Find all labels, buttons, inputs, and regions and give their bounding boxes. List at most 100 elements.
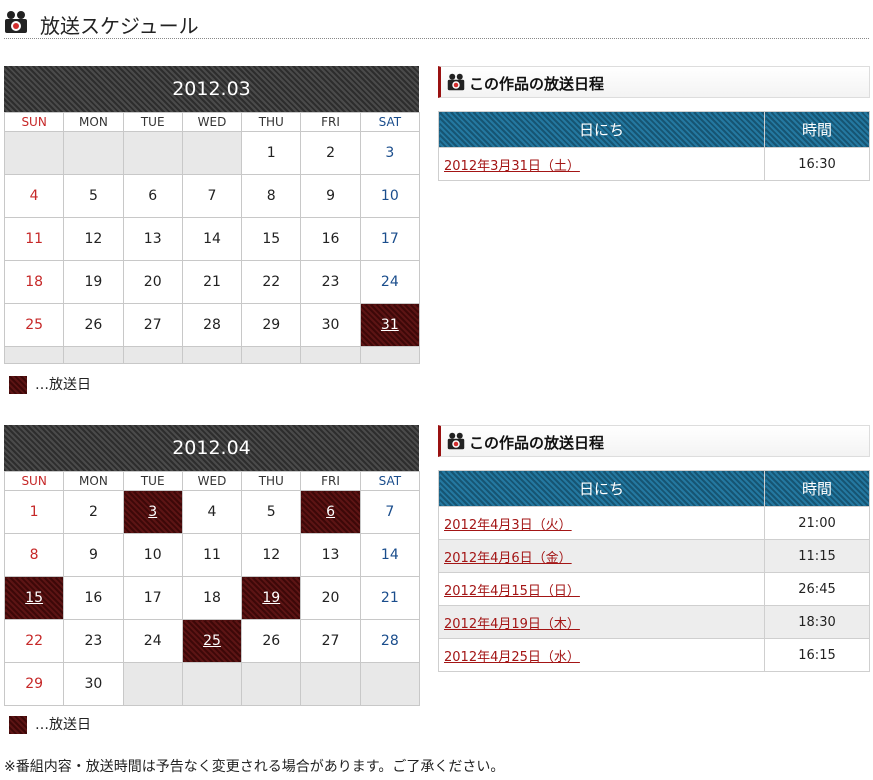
schedule-heading: この作品の放送日程 xyxy=(438,425,870,457)
day-cell: 27 xyxy=(300,619,361,663)
day-cell: 23 xyxy=(63,619,124,663)
time-cell: 26:45 xyxy=(764,572,870,606)
empty-day-cell xyxy=(359,662,421,706)
time-cell: 21:00 xyxy=(764,506,870,540)
day-cell: 21 xyxy=(359,576,421,620)
day-cell: 11 xyxy=(3,217,65,261)
broadcast-date-link[interactable]: 2012年4月15日（日） xyxy=(444,584,580,599)
disclaimer-note: ※番組内容・放送時間は予告なく変更される場合があります。ご了承ください。 xyxy=(4,759,505,775)
day-cell: 5 xyxy=(63,174,124,218)
day-cell: 17 xyxy=(359,217,421,261)
broadcast-day-link[interactable]: 15 xyxy=(25,590,43,606)
weekday-header: WED xyxy=(181,471,243,491)
empty-day-cell xyxy=(359,346,421,364)
broadcast-date-link[interactable]: 2012年4月19日（木） xyxy=(444,617,580,632)
day-cell: 17 xyxy=(122,576,183,620)
time-cell: 18:30 xyxy=(764,605,870,639)
broadcast-day-link[interactable]: 31 xyxy=(381,317,399,333)
day-cell: 20 xyxy=(122,260,183,304)
day-cell: 8 xyxy=(241,174,302,218)
camera-icon xyxy=(447,432,465,450)
empty-day-cell xyxy=(3,346,65,364)
month-section: 2012.03 SUN MON TUE WED THU FRI SAT 1234567891… xyxy=(3,66,870,406)
empty-day-cell xyxy=(181,346,243,364)
broadcast-day-swatch xyxy=(9,716,27,734)
day-cell: 2 xyxy=(300,131,361,175)
broadcast-day-link[interactable]: 25 xyxy=(203,633,221,649)
broadcast-day-cell: 6 xyxy=(300,490,361,534)
empty-day-cell xyxy=(241,346,302,364)
table-row: 2012年4月6日（金） 11:15 xyxy=(438,539,870,573)
day-cell: 9 xyxy=(63,533,124,577)
day-cell: 3 xyxy=(359,131,421,175)
legend: …放送日 xyxy=(9,374,91,394)
date-cell: 2012年4月25日（水） xyxy=(438,638,765,672)
weekday-header: TUE xyxy=(122,112,183,132)
day-cell: 7 xyxy=(359,490,421,534)
day-cell: 4 xyxy=(181,490,243,534)
day-cell: 8 xyxy=(3,533,65,577)
weekday-header: TUE xyxy=(122,471,183,491)
empty-day-cell xyxy=(122,662,183,706)
page-header: 放送スケジュール xyxy=(4,6,869,39)
calendar: 2012.03 SUN MON TUE WED THU FRI SAT 1234567891… xyxy=(3,66,421,364)
weekday-header: FRI xyxy=(300,471,361,491)
day-cell: 7 xyxy=(181,174,243,218)
day-cell: 12 xyxy=(63,217,124,261)
weekday-header: MON xyxy=(63,471,124,491)
time-cell: 16:15 xyxy=(764,638,870,672)
day-cell: 26 xyxy=(241,619,302,663)
day-cell: 4 xyxy=(3,174,65,218)
broadcast-date-link[interactable]: 2012年4月3日（火） xyxy=(444,518,572,533)
day-cell: 10 xyxy=(122,533,183,577)
weekday-header: SAT xyxy=(359,112,421,132)
broadcast-day-link[interactable]: 19 xyxy=(262,590,280,606)
table-row: 2012年4月19日（木） 18:30 xyxy=(438,605,870,639)
schedule-panel: この作品の放送日程 日にち 時間 2012年3月31日（土） 16:30 xyxy=(438,66,870,181)
camera-icon xyxy=(5,11,27,33)
empty-day-cell xyxy=(63,346,124,364)
weekday-header: SAT xyxy=(359,471,421,491)
calendar-title: 2012.04 xyxy=(4,425,419,471)
schedule-title: この作品の放送日程 xyxy=(469,434,605,452)
day-cell: 5 xyxy=(241,490,302,534)
date-cell: 2012年4月6日（金） xyxy=(438,539,765,573)
day-cell: 18 xyxy=(3,260,65,304)
day-cell: 27 xyxy=(122,303,183,347)
day-cell: 10 xyxy=(359,174,421,218)
empty-day-cell xyxy=(300,662,361,706)
schedule-heading: この作品の放送日程 xyxy=(438,66,870,98)
broadcast-day-link[interactable]: 6 xyxy=(326,504,335,520)
broadcast-day-cell: 19 xyxy=(241,576,302,620)
day-cell: 26 xyxy=(63,303,124,347)
month-section: 2012.04 SUN MON TUE WED THU FRI SAT 1234567891… xyxy=(3,425,870,715)
day-cell: 1 xyxy=(241,131,302,175)
day-cell: 30 xyxy=(63,662,124,706)
page-title: 放送スケジュール xyxy=(40,14,199,38)
legend-label: …放送日 xyxy=(35,377,91,393)
day-cell: 6 xyxy=(122,174,183,218)
broadcast-date-link[interactable]: 2012年4月25日（水） xyxy=(444,650,580,665)
column-header-date: 日にち xyxy=(438,470,765,507)
day-cell: 29 xyxy=(3,662,65,706)
schedule-table: 日にち 時間 2012年3月31日（土） 16:30 xyxy=(438,111,870,181)
day-cell: 22 xyxy=(241,260,302,304)
empty-day-cell xyxy=(63,131,124,175)
broadcast-date-link[interactable]: 2012年4月6日（金） xyxy=(444,551,572,566)
broadcast-date-link[interactable]: 2012年3月31日（土） xyxy=(444,159,580,174)
column-header-date: 日にち xyxy=(438,111,765,148)
weekday-header: THU xyxy=(241,112,302,132)
day-cell: 23 xyxy=(300,260,361,304)
broadcast-day-link[interactable]: 3 xyxy=(148,504,157,520)
table-row: 2012年4月15日（日） 26:45 xyxy=(438,572,870,606)
weekday-header: SUN xyxy=(3,112,65,132)
day-cell: 1 xyxy=(3,490,65,534)
date-cell: 2012年3月31日（土） xyxy=(438,147,765,181)
day-cell: 18 xyxy=(181,576,243,620)
empty-day-cell xyxy=(300,346,361,364)
day-cell: 19 xyxy=(63,260,124,304)
table-row: 2012年3月31日（土） 16:30 xyxy=(438,147,870,181)
day-cell: 9 xyxy=(300,174,361,218)
schedule-title: この作品の放送日程 xyxy=(469,75,605,93)
day-cell: 25 xyxy=(3,303,65,347)
